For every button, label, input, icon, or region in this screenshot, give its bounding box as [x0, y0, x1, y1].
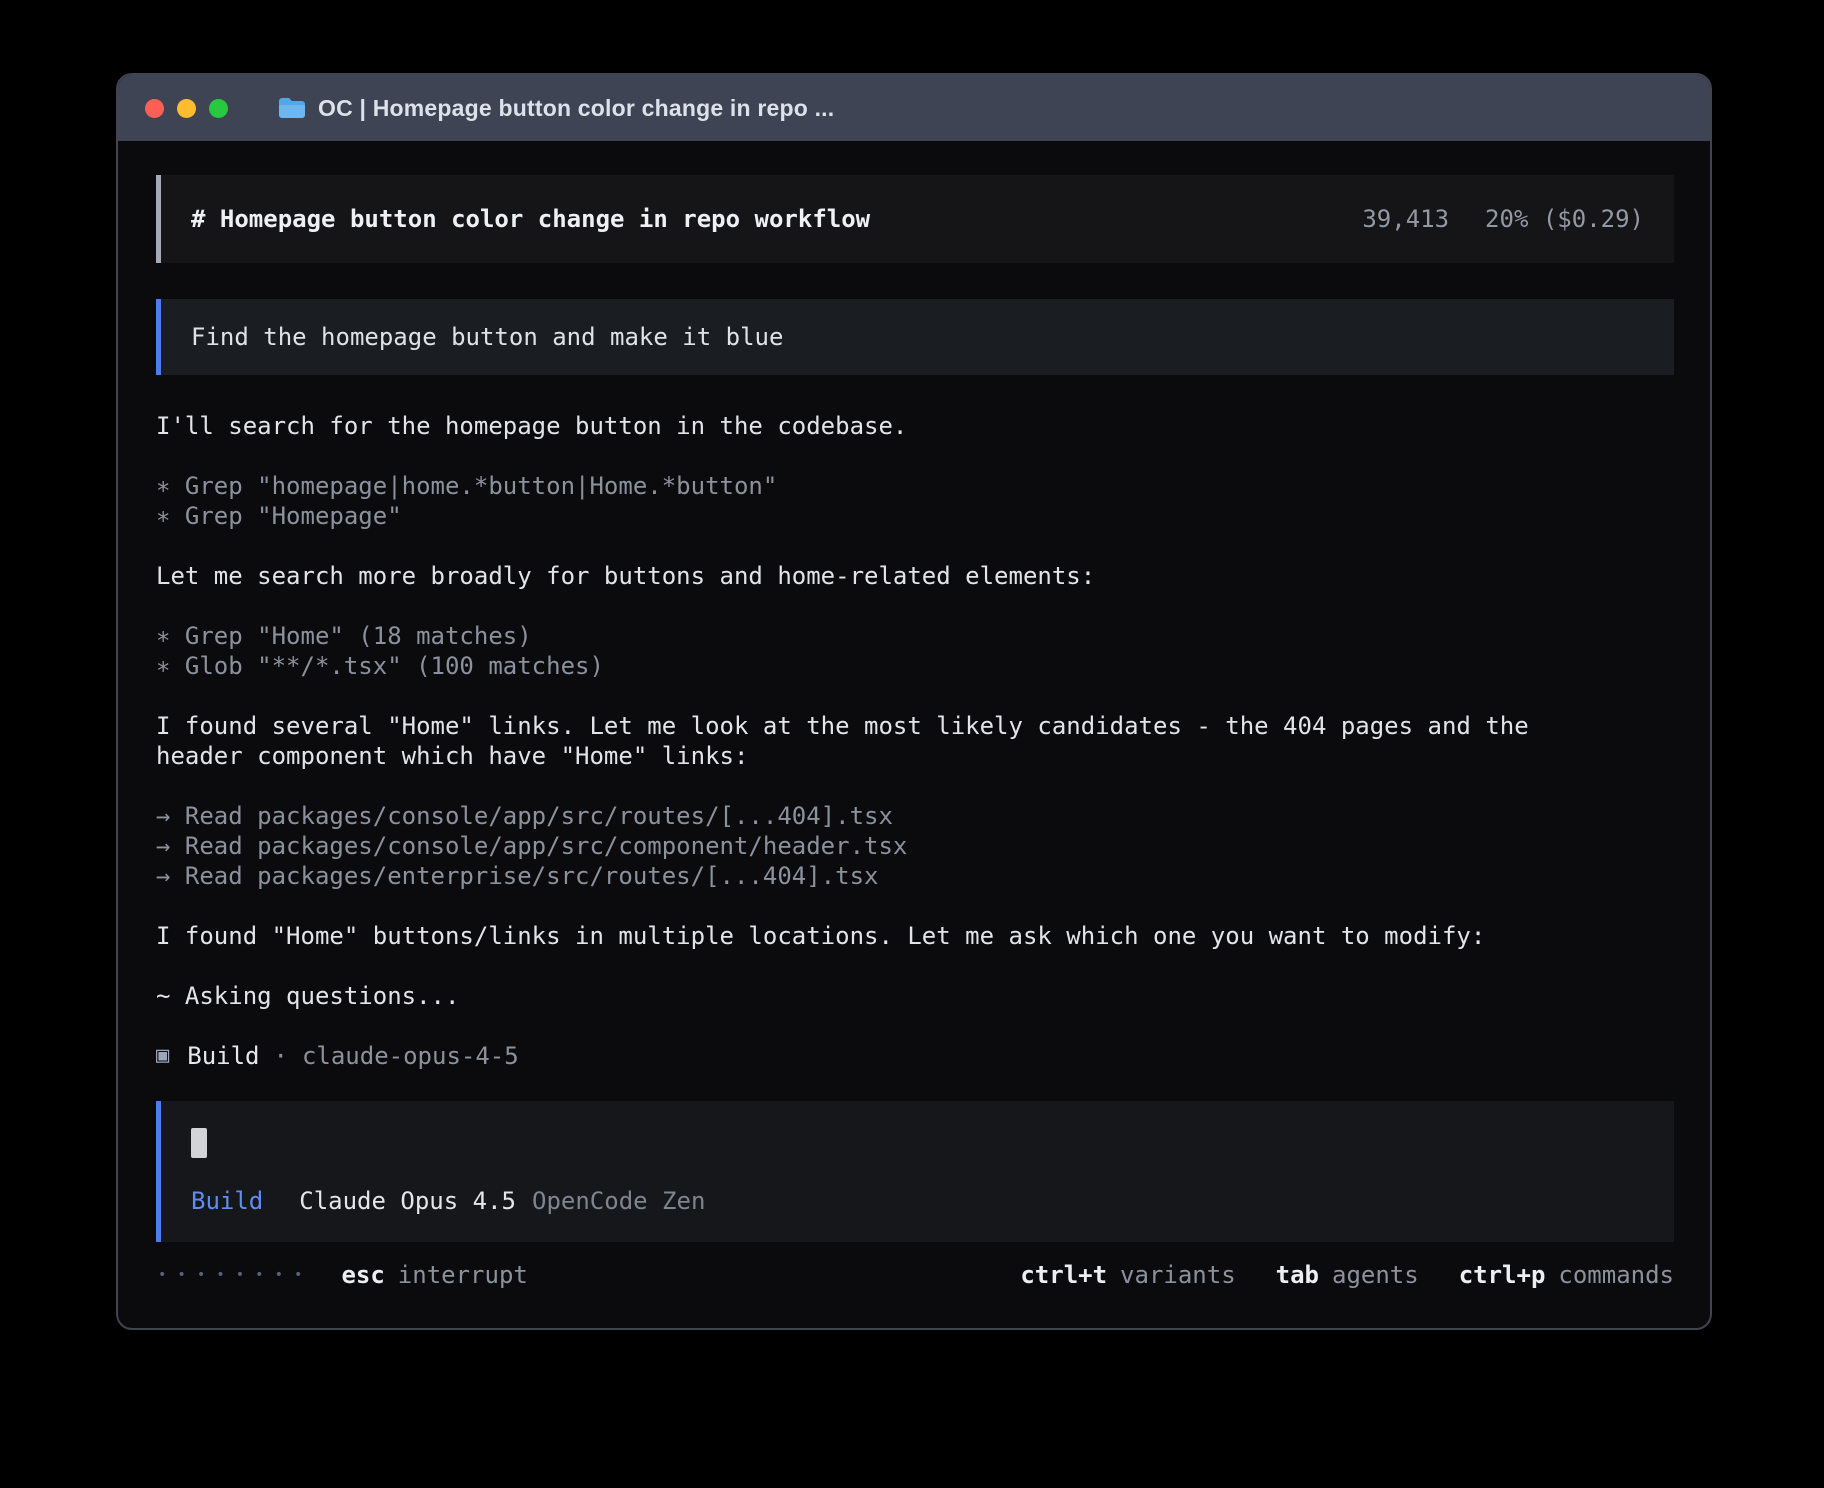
token-count: 39,413 [1362, 205, 1449, 233]
assistant-text: I'll search for the homepage button in t… [156, 411, 1674, 441]
ctrl-p-key: ctrl+p [1459, 1261, 1546, 1289]
close-button[interactable] [145, 99, 164, 118]
folder-icon [278, 97, 306, 119]
tab-key: tab [1276, 1261, 1319, 1289]
esc-label: interrupt [398, 1261, 528, 1289]
status-bar: •••••••• esc interrupt ctrl+t variants t… [118, 1250, 1710, 1328]
progress-dots: •••••••• [158, 1260, 313, 1290]
agents-label: agents [1332, 1261, 1419, 1289]
shortcut-variants: ctrl+t variants [1020, 1261, 1235, 1289]
session-title: # Homepage button color change in repo w… [191, 205, 870, 233]
tool-call-grep: ∗ Grep "homepage|home.*button|Home.*butt… [156, 471, 1674, 501]
terminal-window: OC | Homepage button color change in rep… [116, 73, 1712, 1330]
tool-call-read: → Read packages/console/app/src/routes/[… [156, 801, 1674, 831]
assistant-transcript: I'll search for the homepage button in t… [156, 411, 1674, 1071]
input-meta-row: Build Claude Opus 4.5 OpenCode Zen [191, 1186, 1644, 1216]
assistant-text: I found "Home" buttons/links in multiple… [156, 921, 1674, 951]
shortcut-interrupt: esc interrupt [341, 1261, 527, 1289]
tool-call-grep: ∗ Grep "Home" (18 matches) [156, 621, 1674, 651]
agent-model: claude-opus-4-5 [302, 1041, 519, 1071]
tool-call-read: → Read packages/enterprise/src/routes/[.… [156, 861, 1674, 891]
window-title: OC | Homepage button color change in rep… [318, 95, 834, 122]
esc-key: esc [341, 1261, 384, 1289]
tool-call-glob: ∗ Glob "**/*.tsx" (100 matches) [156, 651, 1674, 681]
assistant-text: I found several "Home" links. Let me loo… [156, 711, 1586, 771]
zoom-button[interactable] [209, 99, 228, 118]
input-model[interactable]: Claude Opus 4.5 [299, 1186, 516, 1216]
tool-call-grep: ∗ Grep "Homepage" [156, 501, 1674, 531]
assistant-status-text: ~ Asking questions... [156, 981, 1674, 1011]
input-mode[interactable]: Build [191, 1186, 263, 1216]
session-content: # Homepage button color change in repo w… [118, 141, 1710, 1250]
window-titlebar: OC | Homepage button color change in rep… [118, 75, 1710, 141]
tool-call-read: → Read packages/console/app/src/componen… [156, 831, 1674, 861]
agent-separator: · [274, 1041, 288, 1071]
text-cursor [191, 1128, 207, 1158]
input-provider: OpenCode Zen [532, 1186, 705, 1216]
shortcut-commands: ctrl+p commands [1459, 1261, 1674, 1289]
shortcut-agents: tab agents [1276, 1261, 1419, 1289]
traffic-lights [145, 99, 228, 118]
agent-icon: ▣ [156, 1041, 169, 1071]
commands-label: commands [1558, 1261, 1674, 1289]
window-title-group: OC | Homepage button color change in rep… [278, 95, 834, 122]
prompt-input[interactable]: Build Claude Opus 4.5 OpenCode Zen [156, 1101, 1674, 1242]
context-usage: 20% ($0.29) [1485, 205, 1644, 233]
status-right: ctrl+t variants tab agents ctrl+p comman… [1020, 1261, 1674, 1289]
agent-status-row: ▣ Build · claude-opus-4-5 [156, 1041, 1674, 1071]
session-meta: 39,413 20% ($0.29) [1362, 205, 1644, 233]
minimize-button[interactable] [177, 99, 196, 118]
agent-name: Build [187, 1041, 259, 1071]
session-header: # Homepage button color change in repo w… [156, 175, 1674, 263]
assistant-text: Let me search more broadly for buttons a… [156, 561, 1674, 591]
user-message: Find the homepage button and make it blu… [156, 299, 1674, 375]
status-left: •••••••• esc interrupt [158, 1260, 528, 1290]
variants-label: variants [1120, 1261, 1236, 1289]
ctrl-t-key: ctrl+t [1020, 1261, 1107, 1289]
user-message-text: Find the homepage button and make it blu… [191, 323, 783, 351]
